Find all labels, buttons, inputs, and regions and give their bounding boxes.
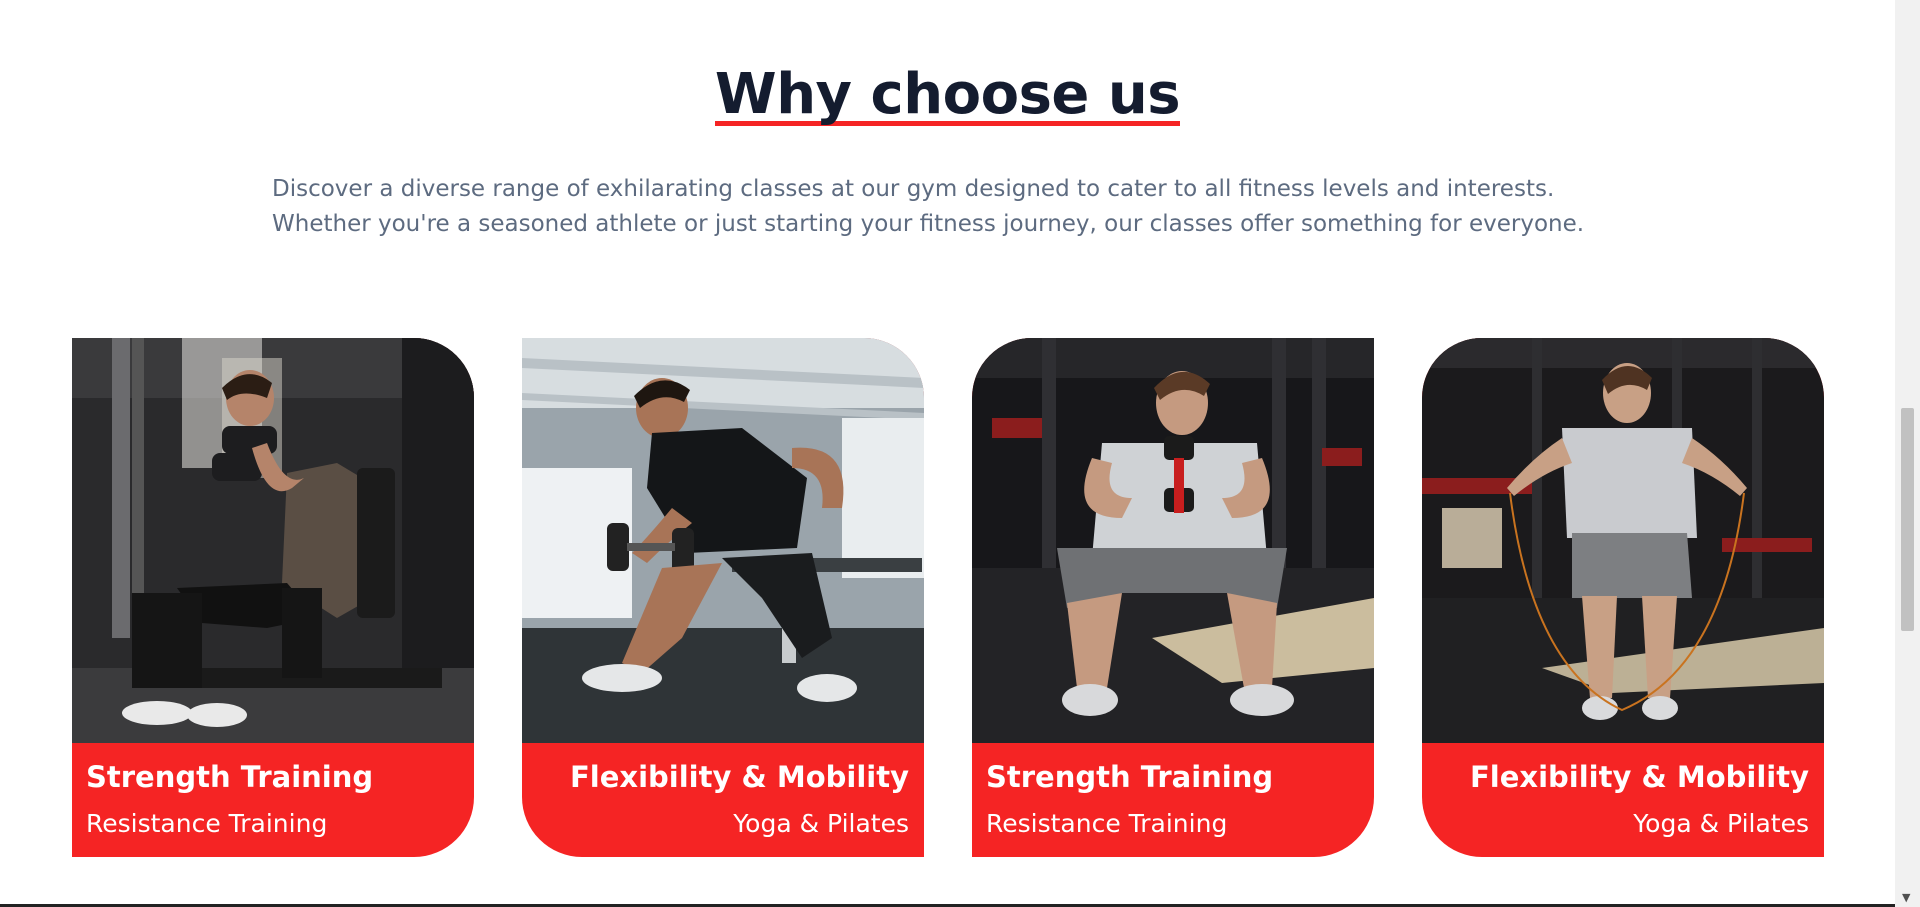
card-title: Flexibility & Mobility	[569, 760, 909, 794]
card-caption: Flexibility & Mobility Yoga & Pilates	[1422, 743, 1824, 857]
section-header: Why choose us	[0, 58, 1895, 132]
class-card-flexibility-1[interactable]: Flexibility & Mobility Yoga & Pilates	[522, 338, 924, 857]
intro-line-1: Discover a diverse range of exhilarating…	[272, 176, 1555, 202]
intro-line-2: Whether you're a seasoned athlete or jus…	[272, 211, 1585, 237]
vertical-scrollbar[interactable]: ▼	[1895, 0, 1920, 907]
scrollbar-thumb[interactable]	[1901, 408, 1914, 631]
card-caption: Strength Training Resistance Training	[72, 743, 474, 857]
class-cards: Strength Training Resistance Training Fl…	[72, 338, 1824, 858]
class-card-flexibility-2[interactable]: Flexibility & Mobility Yoga & Pilates	[1422, 338, 1824, 857]
card-title: Strength Training	[986, 760, 1274, 794]
section-title-text: Why choose us	[714, 62, 1181, 127]
man-jump-rope-photo	[1422, 338, 1824, 743]
card-subtitle: Yoga & Pilates	[1633, 809, 1809, 838]
man-goblet-squat-photo	[972, 338, 1374, 743]
scroll-down-arrow-icon[interactable]: ▼	[1902, 892, 1910, 904]
class-card-strength-1[interactable]: Strength Training Resistance Training	[72, 338, 474, 857]
card-caption: Strength Training Resistance Training	[972, 743, 1374, 857]
card-subtitle: Resistance Training	[86, 809, 328, 838]
card-subtitle: Resistance Training	[986, 809, 1228, 838]
card-title: Strength Training	[86, 760, 374, 794]
section-title: Why choose us	[714, 58, 1181, 132]
man-dumbbell-row-bench-photo	[522, 338, 924, 743]
card-caption: Flexibility & Mobility Yoga & Pilates	[522, 743, 924, 857]
class-card-strength-2[interactable]: Strength Training Resistance Training	[972, 338, 1374, 857]
page: Why choose us Discover a diverse range o…	[0, 0, 1895, 907]
man-dumbbell-curl-seated-photo	[72, 338, 474, 743]
card-subtitle: Yoga & Pilates	[733, 809, 909, 838]
card-title: Flexibility & Mobility	[1469, 760, 1809, 794]
section-intro: Discover a diverse range of exhilarating…	[272, 172, 1672, 242]
